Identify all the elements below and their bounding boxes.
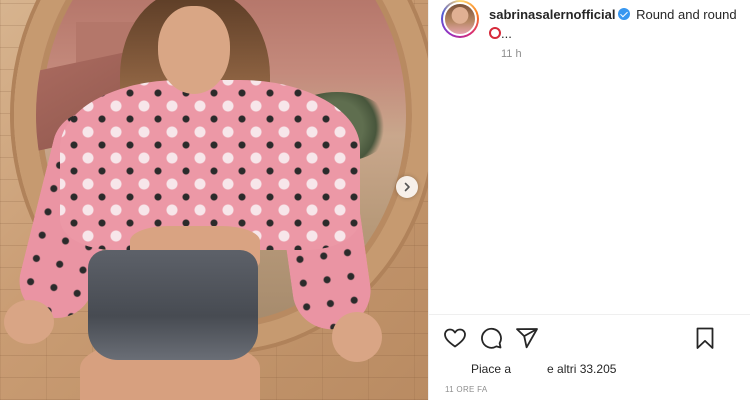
share-icon[interactable] [515, 326, 539, 350]
pink-blouse [60, 80, 360, 250]
face [158, 6, 230, 94]
post-photo[interactable] [0, 0, 428, 400]
story-ring[interactable] [441, 0, 479, 38]
next-photo-button[interactable] [396, 176, 418, 198]
red-circle-emoji-icon [489, 27, 501, 39]
bookmark-icon[interactable] [693, 326, 717, 350]
chevron-right-icon [404, 182, 410, 192]
denim-shorts [88, 250, 258, 360]
left-hand [4, 300, 54, 344]
username-link[interactable]: sabrinasalernofficial [489, 7, 615, 22]
post-side-panel: sabrinasalernofficial Round and round ..… [428, 0, 750, 400]
person-figure [0, 0, 428, 400]
caption: sabrinasalernofficial Round and round ..… [489, 5, 739, 43]
action-bar [429, 324, 750, 354]
caption-text: Round and round [636, 7, 737, 22]
divider [429, 314, 750, 315]
post-caption-header: sabrinasalernofficial Round and round ..… [441, 0, 741, 60]
caption-suffix: ... [501, 26, 512, 41]
post-timestamp[interactable]: 11 ORE FA [445, 385, 488, 394]
verified-badge-icon [618, 8, 631, 20]
likes-summary[interactable]: Piace a e altri 33.205 [471, 362, 616, 376]
right-hand [332, 312, 382, 362]
likes-prefix: Piace a [471, 362, 512, 376]
likes-suffix[interactable]: e altri 33.205 [547, 362, 616, 376]
caption-time-ago[interactable]: 11 h [501, 48, 522, 60]
comment-icon[interactable] [479, 326, 503, 350]
avatar[interactable] [443, 2, 477, 36]
heart-icon[interactable] [443, 326, 467, 350]
